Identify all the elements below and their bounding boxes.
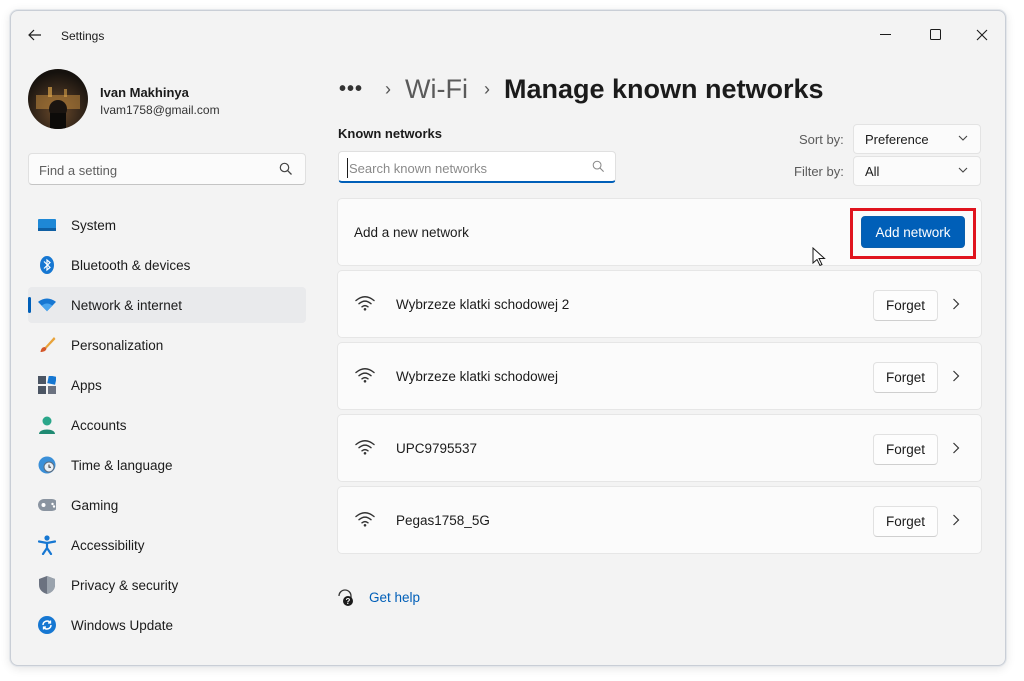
sidebar-item-network[interactable]: Network & internet: [28, 287, 306, 323]
close-button[interactable]: [959, 19, 1005, 51]
sidebar-item-windows-update[interactable]: Windows Update: [28, 607, 306, 643]
sort-by-dropdown[interactable]: Preference: [853, 124, 981, 154]
sidebar-item-label: System: [71, 217, 117, 233]
accessibility-icon: [38, 535, 56, 555]
system-icon: [38, 216, 56, 234]
app-title: Settings: [61, 29, 105, 43]
chevron-right-icon: ›: [483, 78, 490, 99]
user-name: Ivan Makhinya: [100, 85, 189, 100]
page-title: Manage known networks: [503, 73, 824, 104]
sidebar-item-label: Bluetooth & devices: [71, 257, 191, 273]
known-networks-search-input[interactable]: [347, 158, 587, 178]
chevron-right-icon[interactable]: [952, 370, 960, 382]
get-help-link[interactable]: Get help: [369, 590, 420, 605]
brush-icon: [38, 336, 56, 354]
sidebar-item-privacy[interactable]: Privacy & security: [28, 567, 306, 603]
maximize-icon: [930, 29, 941, 40]
mouse-cursor-icon: [812, 247, 826, 267]
chevron-right-icon[interactable]: [952, 514, 960, 526]
chevron-down-icon: [958, 167, 968, 173]
back-button[interactable]: [21, 23, 49, 47]
known-networks-label: Known networks: [338, 126, 443, 141]
sidebar-item-personalization[interactable]: Personalization: [28, 327, 306, 363]
forget-button[interactable]: Forget: [873, 290, 938, 321]
settings-window: Settings Ivan Makhinya Ivam1758@gmail.co…: [10, 10, 1006, 666]
wifi-signal-icon: [355, 296, 375, 311]
find-setting-input[interactable]: [39, 160, 269, 180]
sidebar-item-label: Time & language: [71, 457, 173, 473]
network-name: Pegas1758_5G: [396, 513, 490, 528]
title-bar: Settings: [11, 11, 1005, 59]
sidebar-item-label: Personalization: [71, 337, 164, 353]
close-icon: [976, 29, 988, 41]
add-network-card: Add a new network Add network: [337, 198, 982, 266]
search-icon: [279, 162, 292, 175]
network-row[interactable]: UPC9795537 Forget: [337, 414, 982, 482]
find-setting-box[interactable]: [28, 153, 306, 185]
minimize-icon: [880, 34, 891, 35]
minimize-button[interactable]: [863, 19, 909, 51]
wifi-icon: [38, 296, 56, 314]
breadcrumb: ••• › Wi-Fi › Manage known networks: [339, 69, 824, 109]
help-icon: ?: [338, 589, 353, 606]
globe-clock-icon: [38, 456, 56, 474]
sidebar-item-label: Privacy & security: [71, 577, 179, 593]
chevron-right-icon[interactable]: [952, 298, 960, 310]
sidebar-item-label: Gaming: [71, 497, 119, 513]
filter-by-value: All: [865, 164, 880, 179]
svg-text:?: ?: [346, 597, 351, 606]
sort-by-label: Sort by:: [799, 132, 844, 147]
add-network-button[interactable]: Add network: [861, 216, 965, 248]
sidebar-item-apps[interactable]: Apps: [28, 367, 306, 403]
network-name: Wybrzeze klatki schodowej: [396, 369, 558, 384]
forget-button[interactable]: Forget: [873, 434, 938, 465]
user-email: Ivam1758@gmail.com: [100, 103, 220, 117]
sidebar-item-gaming[interactable]: Gaming: [28, 487, 306, 523]
sidebar-item-label: Accessibility: [71, 537, 145, 553]
avatar[interactable]: [28, 69, 88, 129]
update-icon: [38, 616, 56, 634]
network-row[interactable]: Wybrzeze klatki schodowej Forget: [337, 342, 982, 410]
avatar-photo: [36, 87, 80, 129]
shield-icon: [38, 576, 56, 594]
sidebar-item-accessibility[interactable]: Accessibility: [28, 527, 306, 563]
network-row[interactable]: Pegas1758_5G Forget: [337, 486, 982, 554]
sidebar-item-accounts[interactable]: Accounts: [28, 407, 306, 443]
sidebar-item-label: Accounts: [71, 417, 127, 433]
chevron-right-icon[interactable]: [952, 442, 960, 454]
network-row[interactable]: Wybrzeze klatki schodowej 2 Forget: [337, 270, 982, 338]
sidebar-item-system[interactable]: System: [28, 207, 306, 243]
sidebar-item-time-language[interactable]: Time & language: [28, 447, 306, 483]
back-arrow-icon: [28, 29, 41, 41]
gamepad-icon: [38, 496, 56, 514]
apps-icon: [38, 376, 56, 394]
forget-button[interactable]: Forget: [873, 362, 938, 393]
forget-button[interactable]: Forget: [873, 506, 938, 537]
breadcrumb-more-button[interactable]: •••: [339, 78, 363, 101]
wifi-signal-icon: [355, 368, 375, 383]
maximize-button[interactable]: [913, 19, 959, 51]
sidebar-item-label: Windows Update: [71, 617, 174, 633]
known-networks-search-box[interactable]: [338, 151, 616, 183]
add-network-text: Add a new network: [354, 225, 469, 240]
person-icon: [38, 416, 56, 434]
chevron-down-icon: [958, 135, 968, 141]
chevron-right-icon: ›: [385, 78, 392, 99]
sidebar-item-label: Network & internet: [71, 297, 183, 313]
sidebar-item-bluetooth[interactable]: Bluetooth & devices: [28, 247, 306, 283]
filter-by-label: Filter by:: [794, 164, 844, 179]
wifi-signal-icon: [355, 512, 375, 527]
filter-by-dropdown[interactable]: All: [853, 156, 981, 186]
wifi-signal-icon: [355, 440, 375, 455]
network-name: UPC9795537: [396, 441, 478, 456]
sidebar-nav: System Bluetooth & devices Network & int…: [28, 207, 306, 647]
sort-by-value: Preference: [865, 132, 929, 147]
bluetooth-icon: [38, 256, 56, 274]
sidebar-item-label: Apps: [71, 377, 102, 393]
network-name: Wybrzeze klatki schodowej 2: [396, 297, 570, 312]
search-icon: [592, 160, 605, 173]
breadcrumb-wifi-link[interactable]: Wi-Fi: [405, 74, 468, 105]
